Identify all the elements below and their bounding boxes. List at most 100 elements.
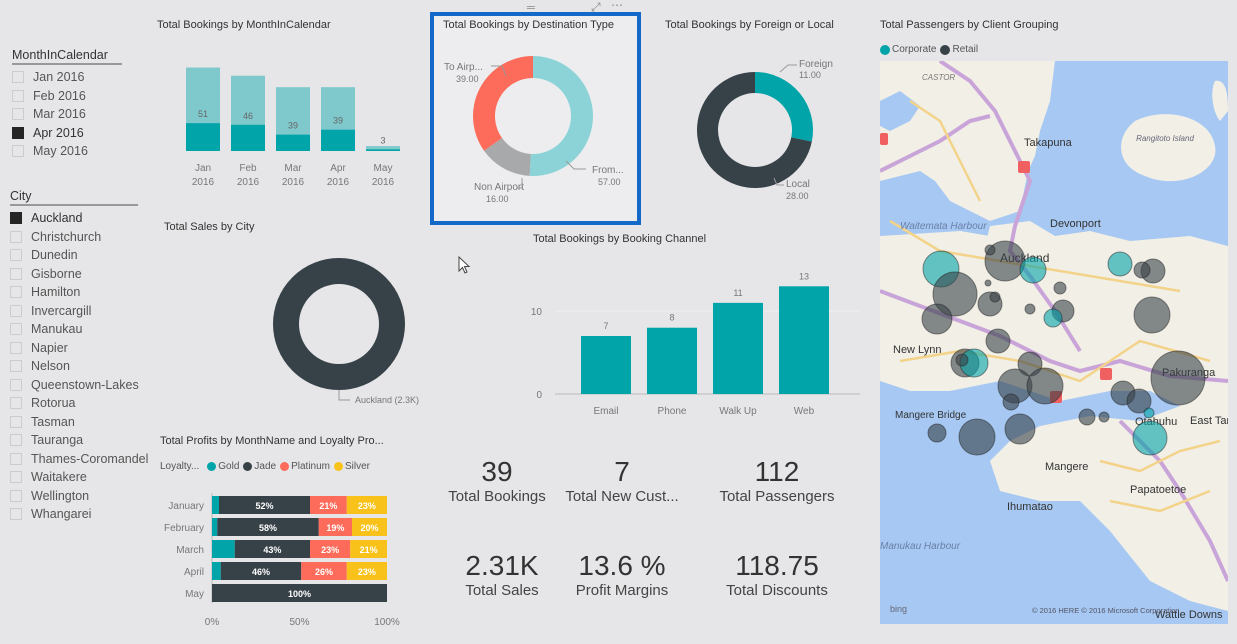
bar-highlight[interactable] <box>321 129 355 151</box>
corporate-bubble[interactable] <box>1132 420 1168 456</box>
retail-bubble[interactable] <box>1053 281 1067 295</box>
bar[interactable] <box>581 336 631 394</box>
bar-highlight[interactable] <box>231 124 265 151</box>
checkbox[interactable] <box>10 323 22 336</box>
checkbox[interactable] <box>10 415 22 428</box>
donut-slice[interactable] <box>273 258 405 390</box>
retail-bubble[interactable] <box>1098 411 1110 423</box>
checkbox[interactable] <box>12 71 24 84</box>
slicer-item-hamilton[interactable]: Hamilton <box>10 283 150 302</box>
slicer-item-manukau[interactable]: Manukau <box>10 320 150 339</box>
retail-bubble[interactable] <box>1004 413 1036 445</box>
checkbox[interactable] <box>12 89 24 102</box>
legend-item-gold[interactable]: Gold <box>207 461 239 472</box>
slicer-item-rotorua[interactable]: Rotorua <box>10 394 150 413</box>
retail-bubble[interactable] <box>921 303 953 335</box>
bar[interactable] <box>713 302 763 394</box>
slicer-item-whangarei[interactable]: Whangarei <box>10 505 150 524</box>
slicer-item-thames-coromandel[interactable]: Thames-Coromandel <box>10 450 150 469</box>
retail-bubble[interactable] <box>989 291 1001 303</box>
checkbox[interactable] <box>10 249 22 262</box>
corporate-bubble[interactable] <box>1019 256 1047 284</box>
corporate-bubble[interactable] <box>1043 308 1063 328</box>
checkbox[interactable] <box>10 508 22 521</box>
retail-bubble[interactable] <box>958 418 996 456</box>
slicer-item-mar-2016[interactable]: Mar 2016 <box>12 105 132 124</box>
slicer-item-wellington[interactable]: Wellington <box>10 487 150 506</box>
bar-segment[interactable] <box>212 540 235 558</box>
slicer-item-invercargill[interactable]: Invercargill <box>10 302 150 321</box>
bar[interactable] <box>779 286 829 394</box>
retail-bubble[interactable] <box>1078 408 1096 426</box>
retail-bubble[interactable] <box>1002 393 1020 411</box>
kpi-card[interactable]: 13.6 % Profit Margins <box>547 550 697 599</box>
drag-handle-icon[interactable]: ═ <box>527 2 535 14</box>
retail-bubble[interactable] <box>1133 296 1171 334</box>
slicer-item-napier[interactable]: Napier <box>10 339 150 358</box>
bar-highlight[interactable] <box>366 149 400 151</box>
checkbox[interactable] <box>10 212 22 225</box>
bar-segment[interactable] <box>212 496 219 514</box>
bar-highlight[interactable] <box>276 134 310 151</box>
kpi-card[interactable]: 7 Total New Cust... <box>547 456 697 505</box>
more-options-icon[interactable]: ⋯ <box>611 0 623 12</box>
checkbox[interactable] <box>10 341 22 354</box>
bar[interactable] <box>647 327 697 394</box>
map-legend-corporate[interactable]: Corporate <box>880 44 936 55</box>
map-canvas[interactable]: CASTOR Takapuna Rangitoto Island Waitemata … <box>880 61 1228 624</box>
legend-item-jade[interactable]: Jade <box>243 461 276 472</box>
retail-bubble[interactable] <box>1150 350 1206 406</box>
checkbox[interactable] <box>10 230 22 243</box>
map-legend-retail[interactable]: Retail <box>940 44 978 55</box>
bar-segment[interactable] <box>212 562 221 580</box>
kpi-card[interactable]: 112 Total Passengers <box>702 456 852 505</box>
legend-item-platinum[interactable]: Platinum <box>280 461 330 472</box>
checkbox[interactable] <box>10 360 22 373</box>
slicer-item-feb-2016[interactable]: Feb 2016 <box>12 87 132 106</box>
retail-bubble[interactable] <box>984 244 996 256</box>
slicer-item-jan-2016[interactable]: Jan 2016 <box>12 68 132 87</box>
slicer-item-queenstown-lakes[interactable]: Queenstown-Lakes <box>10 376 150 395</box>
bar-value-label: 39 <box>288 121 298 131</box>
kpi-card[interactable]: 118.75 Total Discounts <box>702 550 852 599</box>
retail-bubble[interactable] <box>984 279 992 287</box>
checkbox[interactable] <box>10 434 22 447</box>
checkbox[interactable] <box>10 304 22 317</box>
slicer-item-gisborne[interactable]: Gisborne <box>10 265 150 284</box>
legend-item-silver[interactable]: Silver <box>334 461 370 472</box>
checkbox[interactable] <box>12 126 24 139</box>
checkbox[interactable] <box>10 489 22 502</box>
checkbox[interactable] <box>10 471 22 484</box>
slicer-item-auckland[interactable]: Auckland <box>10 209 150 228</box>
retail-bubble[interactable] <box>985 328 1011 354</box>
checkbox[interactable] <box>12 145 24 158</box>
slicer-item-waitakere[interactable]: Waitakere <box>10 468 150 487</box>
slicer-item-may-2016[interactable]: May 2016 <box>12 142 132 161</box>
retail-bubble[interactable] <box>927 423 947 443</box>
corporate-bubble[interactable] <box>1143 407 1155 419</box>
corporate-bubble[interactable] <box>1107 251 1133 277</box>
retail-bubble[interactable] <box>1133 261 1151 279</box>
retail-bubble[interactable] <box>1026 367 1064 405</box>
slicer-item-nelson[interactable]: Nelson <box>10 357 150 376</box>
map-attribution: © 2016 HERE © 2016 Microsoft Corporation <box>1032 606 1180 615</box>
checkbox[interactable] <box>10 267 22 280</box>
slicer-item-apr-2016[interactable]: Apr 2016 <box>12 124 132 143</box>
checkbox[interactable] <box>10 286 22 299</box>
checkbox[interactable] <box>10 378 22 391</box>
focus-mode-icon[interactable]: ⤢ <box>591 0 601 15</box>
slicer-item-christchurch[interactable]: Christchurch <box>10 228 150 247</box>
checkbox[interactable] <box>10 452 22 465</box>
bar-segment[interactable] <box>212 518 218 536</box>
slicer-item-tasman[interactable]: Tasman <box>10 413 150 432</box>
checkbox[interactable] <box>10 397 22 410</box>
x-tick-label: Walk Up <box>719 406 757 417</box>
donut-slice[interactable] <box>755 72 813 142</box>
retail-bubble[interactable] <box>955 353 969 367</box>
donut-slice[interactable] <box>529 56 594 176</box>
bar-highlight[interactable] <box>186 123 220 151</box>
slicer-item-tauranga[interactable]: Tauranga <box>10 431 150 450</box>
retail-bubble[interactable] <box>1024 303 1036 315</box>
checkbox[interactable] <box>12 108 24 121</box>
slicer-item-dunedin[interactable]: Dunedin <box>10 246 150 265</box>
